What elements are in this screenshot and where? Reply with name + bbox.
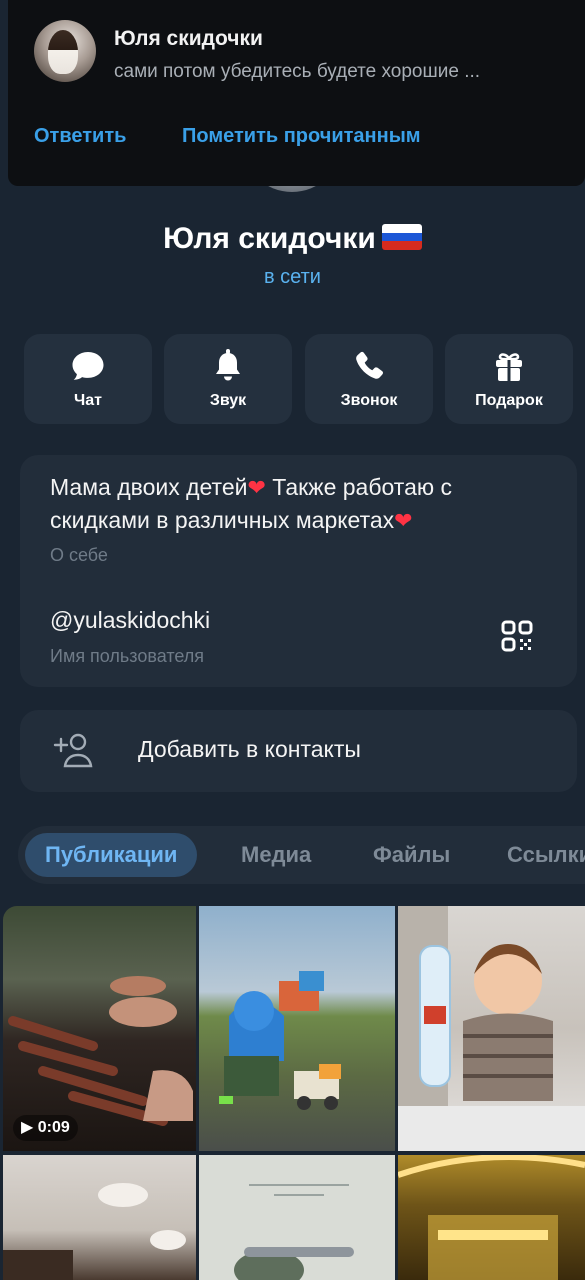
russia-flag-icon [381, 224, 422, 250]
reply-button[interactable]: Ответить [34, 125, 126, 148]
profile-name: Юля скидочки [0, 222, 585, 256]
profile-name-text: Юля скидочки [163, 222, 376, 255]
message-notification[interactable]: Юля скидочки сами потом убедитесь будете… [8, 0, 585, 186]
video-duration-badge: ▶ 0:09 [13, 1115, 78, 1141]
bio-text[interactable]: Мама двоих детей❤ Также работаю с скидка… [50, 471, 560, 537]
video-duration: 0:09 [37, 1119, 70, 1136]
bio-line1-rest: Также работаю с [265, 474, 452, 500]
sound-button[interactable]: Звук [164, 334, 292, 424]
notification-text: сами потом убедитесь будете хорошие ... [114, 61, 481, 82]
add-contact-label: Добавить в контакты [138, 736, 361, 762]
chat-button-label: Чат [74, 392, 102, 409]
media-item-photo[interactable] [199, 1155, 395, 1280]
media-item-photo[interactable] [199, 906, 395, 1151]
gift-button[interactable]: Подарок [445, 334, 573, 424]
call-button[interactable]: Звонок [305, 334, 433, 424]
media-item-photo[interactable] [398, 906, 585, 1151]
tab-files[interactable]: Файлы [373, 833, 450, 877]
profile-info-card: Мама двоих детей❤ Также работаю с скидка… [20, 455, 577, 687]
media-grid: ▶ 0:09 [0, 906, 585, 1280]
tab-publications[interactable]: Публикации [25, 833, 198, 877]
notification-avatar [34, 20, 96, 82]
gift-icon [445, 348, 573, 384]
mark-read-button[interactable]: Пометить прочитанным [182, 125, 421, 148]
media-item-video[interactable]: ▶ 0:09 [3, 906, 196, 1151]
gift-button-label: Подарок [475, 392, 543, 409]
call-button-label: Звонок [340, 392, 398, 409]
tab-media[interactable]: Медиа [241, 833, 311, 877]
chat-button[interactable]: Чат [24, 334, 152, 424]
online-status: в сети [264, 266, 321, 288]
media-item-photo[interactable] [3, 1155, 196, 1280]
chat-bubble-icon [24, 348, 152, 384]
username-caption: Имя пользователя [50, 646, 205, 666]
action-buttons: Чат Звук Звонок Подарок [24, 334, 574, 424]
notification-title: Юля скидочки [114, 27, 263, 50]
heart-icon: ❤ [394, 508, 413, 533]
home-indicator[interactable] [244, 1247, 354, 1257]
heart-icon: ❤ [247, 475, 266, 500]
phone-icon [305, 348, 433, 384]
profile-tabs: Публикации Медиа Файлы Ссылки [18, 826, 585, 884]
qr-code-icon[interactable] [500, 619, 534, 653]
add-user-icon [53, 732, 95, 770]
tab-links[interactable]: Ссылки [507, 833, 585, 877]
add-contact-button[interactable]: Добавить в контакты [20, 710, 577, 792]
bio-caption: О себе [50, 545, 108, 565]
bell-icon [164, 348, 292, 384]
bio-line1: Мама двоих детей [50, 474, 248, 500]
username[interactable]: @yulaskidochki [50, 607, 210, 634]
sound-button-label: Звук [209, 392, 247, 409]
bio-line2: скидками в различных маркетах [50, 507, 395, 533]
media-item-photo[interactable] [398, 1155, 585, 1280]
